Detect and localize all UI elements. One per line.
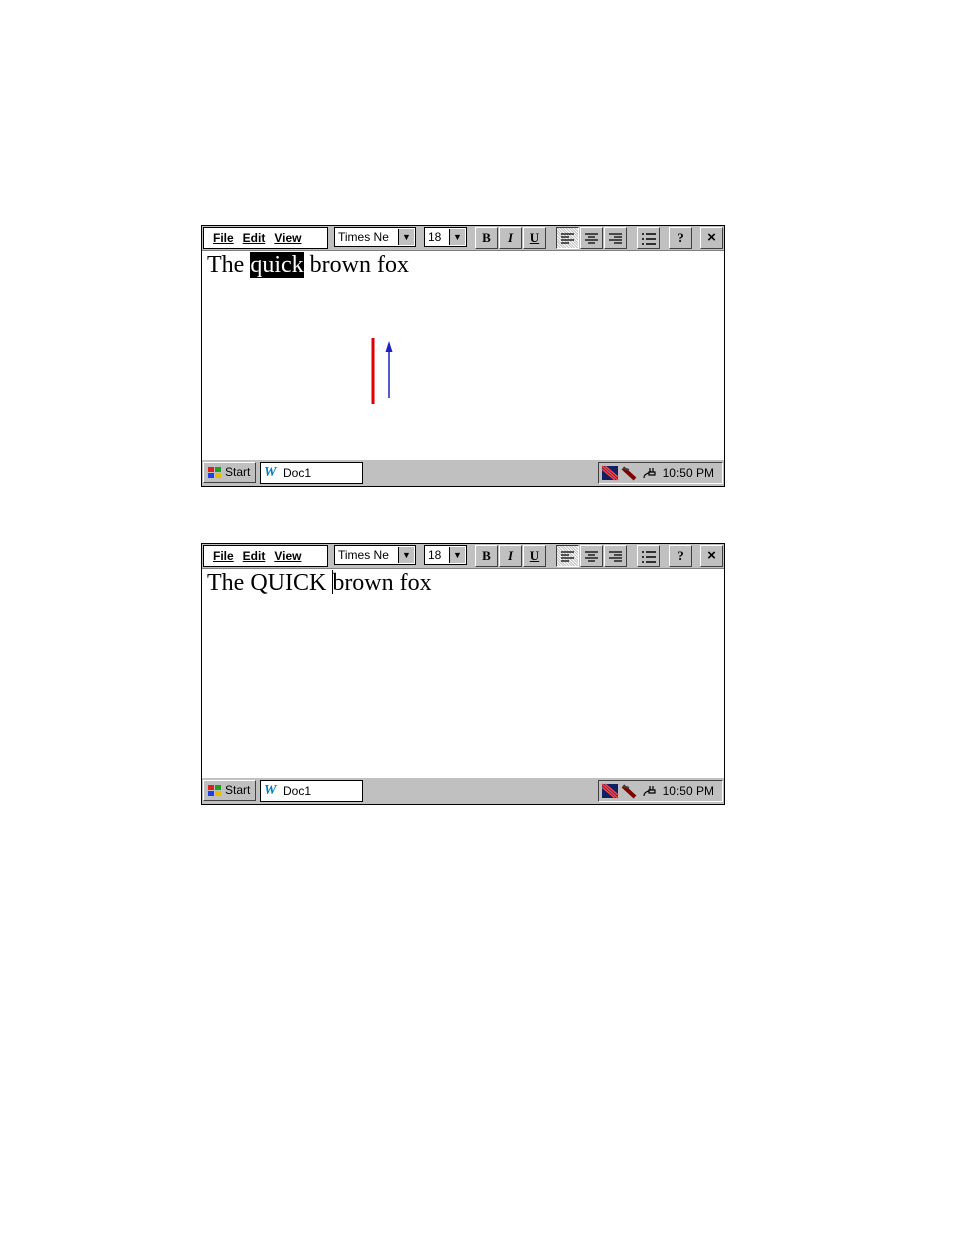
help-button[interactable]: ? bbox=[669, 545, 692, 567]
bullet-list-icon bbox=[641, 550, 656, 563]
font-size-dropdown[interactable]: 18 ▼ bbox=[424, 227, 467, 247]
font-size-dropdown[interactable]: 18 ▼ bbox=[424, 545, 467, 565]
font-name-value: Times Ne bbox=[338, 548, 389, 562]
align-right-button[interactable] bbox=[604, 545, 627, 567]
align-left-icon bbox=[561, 233, 574, 244]
italic-button[interactable]: I bbox=[499, 227, 522, 249]
word-icon: W bbox=[264, 783, 277, 798]
toolbar: File Edit View Times Ne ▼ 18 ▼ B I U ? × bbox=[202, 544, 724, 569]
menu-edit[interactable]: Edit bbox=[243, 549, 266, 563]
menu-edit[interactable]: Edit bbox=[243, 231, 266, 245]
network-icon[interactable] bbox=[601, 783, 619, 799]
font-name-dropdown[interactable]: Times Ne ▼ bbox=[334, 545, 416, 565]
font-size-value: 18 bbox=[428, 230, 442, 244]
chevron-down-icon[interactable]: ▼ bbox=[449, 229, 465, 245]
help-button[interactable]: ? bbox=[669, 227, 692, 249]
power-plug-icon[interactable] bbox=[641, 465, 657, 481]
align-center-icon bbox=[585, 233, 598, 244]
close-button[interactable]: × bbox=[700, 227, 723, 249]
screenshot-after: File Edit View Times Ne ▼ 18 ▼ B I U ? × bbox=[201, 543, 725, 805]
font-size-value: 18 bbox=[428, 548, 442, 562]
network-icon[interactable] bbox=[601, 465, 619, 481]
bold-button[interactable]: B bbox=[475, 545, 498, 567]
align-left-button[interactable] bbox=[556, 545, 579, 567]
start-button[interactable]: Start bbox=[203, 462, 256, 483]
menu-bar: File Edit View bbox=[203, 227, 328, 249]
menu-file[interactable]: File bbox=[213, 549, 234, 563]
document-text: The quick brown fox bbox=[207, 252, 409, 278]
italic-button[interactable]: I bbox=[499, 545, 522, 567]
align-right-icon bbox=[609, 551, 622, 562]
align-center-button[interactable] bbox=[580, 545, 603, 567]
screenshot-before: File Edit View Times Ne ▼ 18 ▼ B I U ? × bbox=[201, 225, 725, 487]
system-tray: 10:50 PM bbox=[598, 780, 723, 802]
selected-word: quick bbox=[250, 252, 304, 278]
pen-icon[interactable] bbox=[621, 783, 639, 799]
bullets-button[interactable] bbox=[637, 545, 660, 567]
menu-view[interactable]: View bbox=[274, 231, 301, 245]
chevron-down-icon[interactable]: ▼ bbox=[398, 547, 414, 563]
align-center-icon bbox=[585, 551, 598, 562]
power-plug-icon[interactable] bbox=[641, 783, 657, 799]
bullet-list-icon bbox=[641, 232, 656, 245]
close-button[interactable]: × bbox=[700, 545, 723, 567]
document-area[interactable]: The quick brown fox bbox=[204, 252, 722, 458]
word-icon: W bbox=[264, 465, 277, 480]
font-name-value: Times Ne bbox=[338, 230, 389, 244]
windows-logo-icon bbox=[208, 785, 221, 796]
document-area[interactable]: The QUICK brown fox bbox=[204, 570, 722, 776]
pen-icon[interactable] bbox=[621, 465, 639, 481]
chevron-down-icon[interactable]: ▼ bbox=[449, 547, 465, 563]
taskbar-doc-button[interactable]: W Doc1 bbox=[260, 780, 363, 802]
gesture-stroke bbox=[371, 338, 393, 404]
bold-button[interactable]: B bbox=[475, 227, 498, 249]
align-right-button[interactable] bbox=[604, 227, 627, 249]
taskbar-doc-button[interactable]: W Doc1 bbox=[260, 462, 363, 484]
menu-bar: File Edit View bbox=[203, 545, 328, 567]
start-button[interactable]: Start bbox=[203, 780, 256, 801]
align-right-icon bbox=[609, 233, 622, 244]
bullets-button[interactable] bbox=[637, 227, 660, 249]
underline-button[interactable]: U bbox=[523, 227, 546, 249]
font-name-dropdown[interactable]: Times Ne ▼ bbox=[334, 227, 416, 247]
menu-file[interactable]: File bbox=[213, 231, 234, 245]
menu-view[interactable]: View bbox=[274, 549, 301, 563]
clock: 10:50 PM bbox=[662, 784, 714, 798]
clock: 10:50 PM bbox=[662, 466, 714, 480]
taskbar: Start W Doc1 10:50 PM bbox=[202, 459, 724, 486]
windows-logo-icon bbox=[208, 467, 221, 478]
underline-button[interactable]: U bbox=[523, 545, 546, 567]
system-tray: 10:50 PM bbox=[598, 462, 723, 484]
align-center-button[interactable] bbox=[580, 227, 603, 249]
align-left-icon bbox=[561, 551, 574, 562]
chevron-down-icon[interactable]: ▼ bbox=[398, 229, 414, 245]
toolbar: File Edit View Times Ne ▼ 18 ▼ B I U ? × bbox=[202, 226, 724, 251]
document-text: The QUICK brown fox bbox=[207, 570, 432, 596]
taskbar: Start W Doc1 10:50 PM bbox=[202, 777, 724, 804]
align-left-button[interactable] bbox=[556, 227, 579, 249]
